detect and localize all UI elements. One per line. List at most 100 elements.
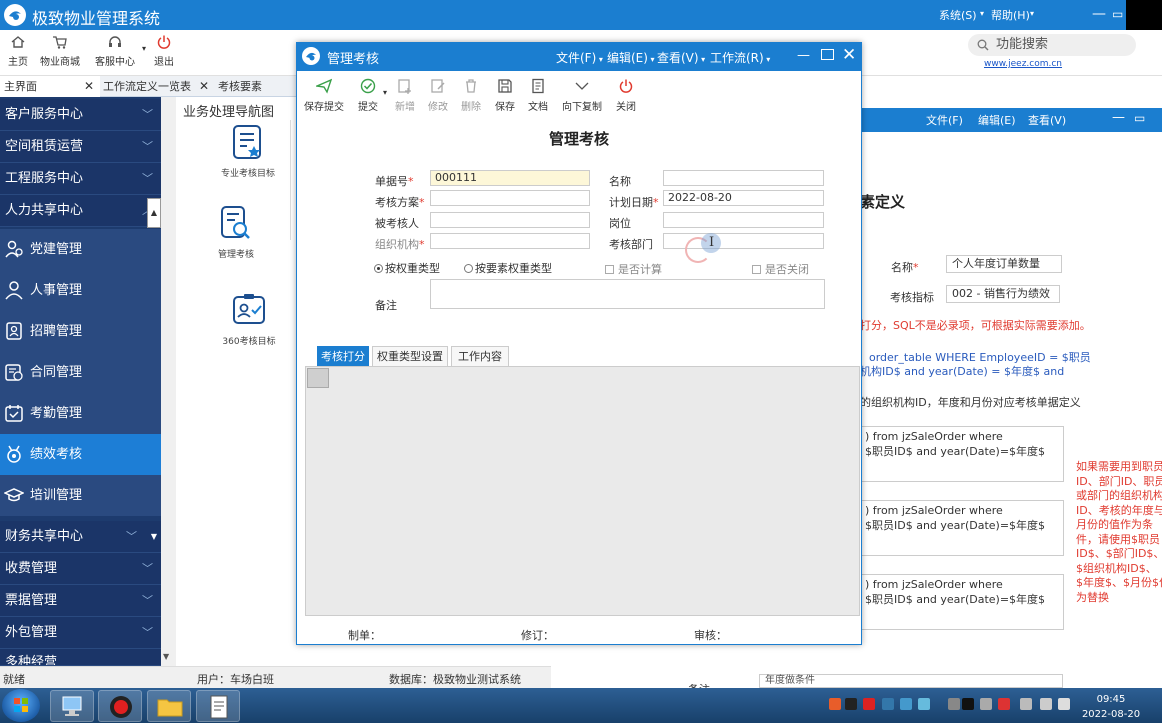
sidebar-item-personnel[interactable]: 人事管理 [0, 270, 161, 311]
nav-professional-target[interactable]: 专业考核目标 [208, 124, 288, 179]
sidebar-item-party-building[interactable]: 党建管理 [0, 229, 161, 270]
bg-menu-file[interactable]: 文件(F) [926, 112, 963, 128]
sidebar-category-space-leasing[interactable]: 空间租赁运营 ﹀ [0, 131, 161, 163]
tray-app-icon[interactable] [918, 698, 930, 710]
bg-indicator-input[interactable]: 002 - 销售行为绩效 [946, 285, 1060, 303]
tray-app-icon[interactable] [845, 698, 857, 710]
tray-volume-icon[interactable] [1058, 698, 1070, 710]
sidebar-category-engineering[interactable]: 工程服务中心 ﹀ [0, 163, 161, 195]
assessee-label: 被考核人 [375, 217, 419, 230]
bg-menu-edit[interactable]: 编辑(E) [978, 112, 1016, 128]
tab-assessment-scoring[interactable]: 考核打分 [317, 346, 369, 366]
remark-label: 备注 [375, 299, 397, 312]
copy-down-button[interactable]: 向下复制 [558, 78, 606, 113]
sidebar-category-diversified[interactable]: 多种经营 [0, 649, 161, 666]
bg-sql-box-2[interactable]: ) from jzSaleOrder where $职员ID$ and year(… [860, 500, 1064, 556]
status-state: 就绪 [3, 673, 25, 686]
checkbox-is-closed[interactable]: 是否关闭 [752, 261, 809, 277]
tray-app-icon[interactable] [1020, 698, 1032, 710]
people-icon [4, 239, 24, 259]
function-search-input[interactable]: 功能搜索 [968, 34, 1136, 56]
remark-input[interactable] [430, 279, 825, 309]
sidebar-item-contract[interactable]: 合同管理 [0, 352, 161, 393]
website-link[interactable]: www.jeez.com.cn [984, 59, 1062, 69]
maximize-icon[interactable]: ▭ [1112, 7, 1123, 21]
tray-app-icon[interactable] [900, 698, 912, 710]
tray-app-icon[interactable] [948, 698, 960, 710]
plan-date-input[interactable]: 2022-08-20 [663, 190, 824, 206]
bg-sql-box-3[interactable]: ) from jzSaleOrder where $职员ID$ and year(… [860, 574, 1064, 630]
taskbar-clock[interactable]: 09:45 2022-08-20 [1080, 692, 1142, 722]
name-input[interactable] [663, 170, 824, 186]
plan-input[interactable] [430, 190, 590, 206]
taskbar-notepad-app-icon[interactable] [196, 690, 240, 722]
tray-app-icon[interactable] [980, 698, 992, 710]
dialog-title: 管理考核 [327, 52, 380, 67]
assessee-input[interactable] [430, 212, 590, 228]
sidebar-category-outsourcing[interactable]: 外包管理 ﹀ [0, 617, 161, 649]
sidebar-scrollbar[interactable] [161, 97, 176, 666]
close-icon[interactable]: ✕ [84, 76, 94, 97]
checkbox-is-calculated[interactable]: 是否计算 [605, 261, 662, 277]
document-button[interactable]: 文档 [517, 78, 559, 113]
windows-start-icon[interactable] [2, 689, 40, 722]
sidebar-scroll-up-icon[interactable]: ▲ [147, 198, 161, 228]
bg-name-input[interactable]: 个人年度订单数量 [946, 255, 1062, 273]
menu-help[interactable]: 帮助(H) [991, 7, 1030, 23]
grid-corner-cell[interactable] [307, 368, 329, 388]
taskbar-network-app-icon[interactable] [50, 690, 94, 722]
radio-by-weight-type[interactable]: 按权重类型 [374, 260, 440, 276]
sidebar-item-recruitment[interactable]: 招聘管理 [0, 311, 161, 352]
mall-label: 物业商城 [40, 57, 80, 68]
exit-button[interactable]: 退出 [142, 34, 186, 68]
bg-sql-box-1[interactable]: ) from jzSaleOrder where $职员ID$ and year(… [860, 426, 1064, 482]
sidebar-item-training[interactable]: 培训管理 [0, 475, 161, 516]
home-button[interactable]: 主页 [0, 34, 40, 68]
tray-app-icon[interactable] [882, 698, 894, 710]
tab-workflow-list[interactable]: 工作流定义一览表 [99, 76, 211, 97]
taskbar-folder-app-icon[interactable] [147, 690, 191, 722]
mall-button[interactable]: 物业商城 [38, 34, 82, 68]
tray-sogou-icon[interactable] [829, 698, 841, 710]
minimize-icon[interactable]: — [1092, 6, 1106, 22]
save-submit-button[interactable]: 保存提交 [303, 78, 345, 113]
close-button[interactable]: 关闭 [605, 78, 647, 113]
bg-menu-view[interactable]: 查看(V) [1028, 112, 1066, 128]
tray-app-icon[interactable] [962, 698, 974, 710]
tray-app-icon[interactable] [863, 698, 875, 710]
dialog-menu-file[interactable]: 文件(F) ▾ [556, 49, 603, 66]
scoring-grid[interactable] [305, 366, 860, 616]
nav-management-assessment[interactable]: 管理考核 [196, 205, 276, 260]
tab-work-content[interactable]: 工作内容 [451, 346, 509, 366]
sidebar-item-performance[interactable]: 绩效考核 [0, 434, 161, 475]
sidebar-category-finance-shared[interactable]: 财务共享中心 ﹀ ▼ [0, 521, 161, 553]
tab-weight-type-settings[interactable]: 权重类型设置 [372, 346, 448, 366]
dialog-menu-view[interactable]: 查看(V) ▾ [657, 49, 705, 66]
dialog-menu-edit[interactable]: 编辑(E) ▾ [607, 49, 655, 66]
minimize-icon[interactable]: — [797, 48, 810, 63]
sidebar-item-attendance[interactable]: 考勤管理 [0, 393, 161, 434]
nav-360-target[interactable]: 360考核目标 [209, 292, 289, 347]
bg-bottom-input[interactable]: 年度做条件 [759, 674, 1063, 688]
close-icon[interactable]: ✕ [842, 45, 856, 65]
sidebar-category-customer-service[interactable]: 客户服务中心 ﹀ [0, 99, 161, 131]
maximize-icon[interactable] [821, 49, 834, 60]
taskbar-record-app-icon[interactable] [98, 690, 142, 722]
radio-by-element-weight[interactable]: 按要素权重类型 [464, 260, 552, 276]
sidebar-category-billing[interactable]: 收费管理 ﹀ [0, 553, 161, 585]
tab-assessment-elements[interactable]: 考核要素 [214, 76, 294, 97]
org-input[interactable] [430, 233, 590, 249]
menu-system[interactable]: 系统(S) [939, 7, 977, 23]
tray-app-icon[interactable] [998, 698, 1010, 710]
service-center-button[interactable]: 客服中心 [93, 34, 137, 68]
dialog-menu-workflow[interactable]: 工作流(R) ▾ [710, 49, 770, 66]
doc-no-input[interactable]: 000111 [430, 170, 590, 186]
position-input[interactable] [663, 212, 824, 228]
tray-network-icon[interactable] [1040, 698, 1052, 710]
close-icon[interactable]: ✕ [199, 76, 209, 97]
sidebar-category-hr-shared[interactable]: 人力共享中心︿ [0, 195, 161, 227]
minimize-icon[interactable]: — [1112, 110, 1125, 125]
scroll-down-icon[interactable]: ▼ [163, 652, 169, 661]
maximize-icon[interactable]: ▭ [1134, 111, 1145, 125]
sidebar-category-invoice[interactable]: 票据管理 ﹀ [0, 585, 161, 617]
